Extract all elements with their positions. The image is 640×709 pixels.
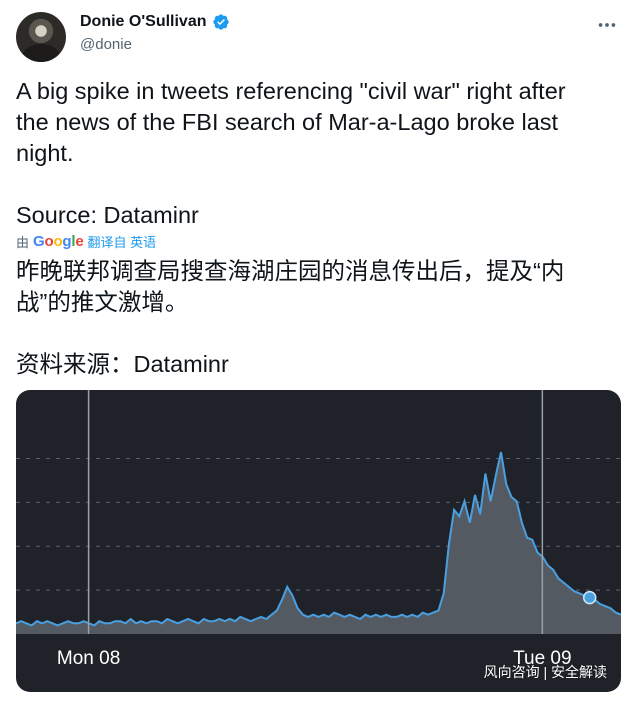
author-handle[interactable]: @donie	[80, 36, 132, 53]
watermark: 风向咨询 | 安全解读	[483, 664, 607, 680]
chart-svg: Mon 08 Tue 09	[16, 390, 621, 669]
tweet-chart-image[interactable]: Mon 08 Tue 09 风向咨询 | 安全解读	[16, 390, 621, 692]
more-options-icon[interactable]	[596, 14, 618, 36]
series-area	[16, 452, 621, 634]
translation-source-label[interactable]: 翻译自 英语	[88, 232, 157, 251]
author-name[interactable]: Donie O'Sullivan	[80, 13, 207, 31]
x-tick-label-0: Mon 08	[57, 648, 120, 669]
translation-attribution: 由 Google 翻译自 英语	[16, 231, 156, 251]
google-logo: Google	[33, 232, 84, 250]
tweet-header: Donie O'Sullivan @donie	[16, 10, 624, 62]
translation-prefix: 由	[16, 234, 30, 250]
highlight-point	[582, 590, 597, 605]
author-name-row: Donie O'Sullivan	[80, 13, 230, 31]
verified-badge-icon	[212, 14, 229, 30]
author-avatar[interactable]	[16, 12, 66, 62]
tweet-text: A big spike in tweets referencing "civil…	[16, 78, 566, 228]
translated-tweet-text: 昨晚联邦调查局搜查海湖庄园的消息传出后，提及“内 战”的推文激增。 资料来源：D…	[16, 258, 565, 377]
